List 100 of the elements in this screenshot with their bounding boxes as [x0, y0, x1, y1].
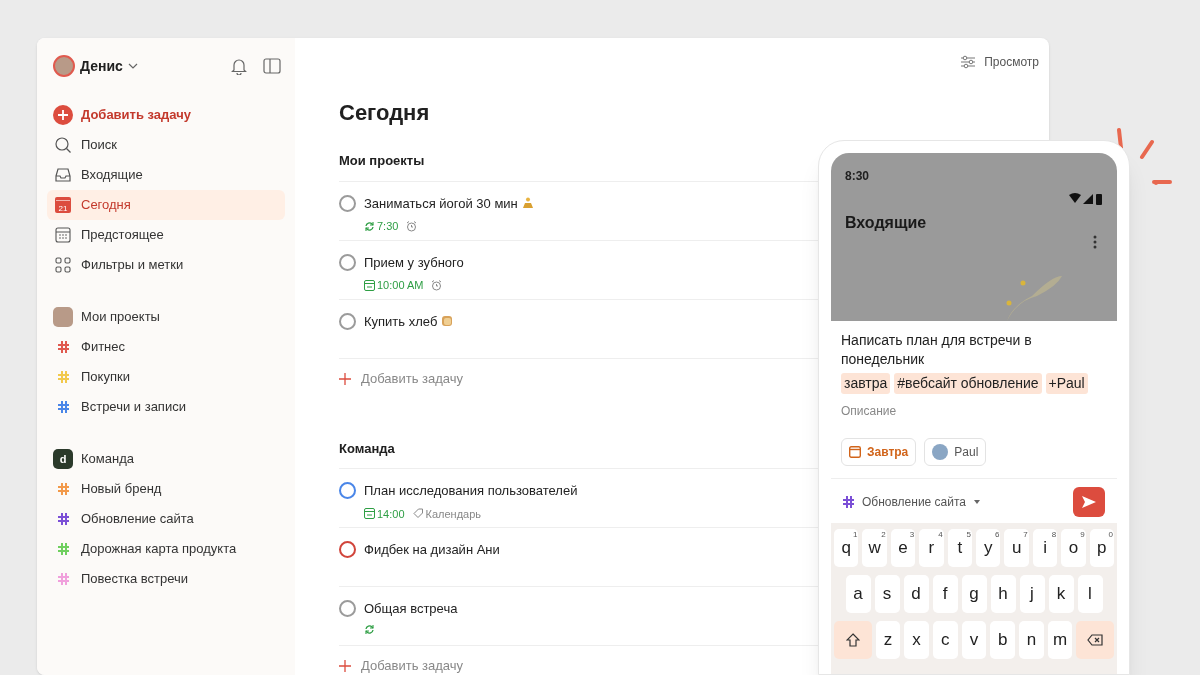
alarm-icon	[431, 279, 443, 291]
project-item[interactable]: Повестка встречи	[47, 564, 285, 594]
calendar-icon	[849, 446, 861, 458]
nav-item[interactable]: 21 Сегодня	[47, 190, 285, 220]
keyboard-key[interactable]: m	[1047, 621, 1073, 659]
add-task-button[interactable]: Добавить задачу	[47, 100, 285, 130]
keyboard-key[interactable]: x	[904, 621, 929, 659]
keyboard-key[interactable]: y 6	[976, 529, 1001, 567]
task-checkbox[interactable]	[339, 482, 356, 499]
add-icon	[53, 105, 73, 125]
section-title: Команда	[339, 439, 395, 458]
backspace-key[interactable]	[1076, 621, 1114, 659]
keyboard-key[interactable]: q 1	[833, 529, 859, 567]
task-due: 14:00	[364, 505, 405, 522]
key-hint: 4	[938, 529, 943, 541]
task-checkbox[interactable]	[339, 194, 356, 212]
sparkle-drawing	[1114, 128, 1174, 188]
nav-item[interactable]: Фильтры и метки	[47, 250, 285, 280]
keyboard-key[interactable]: j	[1019, 575, 1045, 613]
nav-item[interactable]: Входящие	[47, 160, 285, 190]
keyboard-key[interactable]: b	[990, 621, 1016, 659]
send-button[interactable]	[1073, 487, 1105, 517]
repeat-icon	[364, 220, 375, 232]
task-label: Календарь	[412, 505, 482, 522]
calendar-icon	[364, 279, 375, 291]
task-name-field[interactable]: Написать план для встречи в понедельник	[841, 331, 1107, 369]
date-chip[interactable]: Завтра	[841, 438, 917, 466]
add-task-button[interactable]: Добавить задачу	[339, 646, 464, 675]
status-icons	[1069, 193, 1103, 205]
avatar[interactable]	[53, 55, 75, 77]
keyboard-key[interactable]: u 7	[1004, 529, 1029, 567]
calendar-icon: 21	[55, 197, 71, 213]
keyboard-key[interactable]: f	[932, 575, 958, 613]
task-checkbox[interactable]	[339, 541, 356, 558]
keyboard-key[interactable]: l	[1077, 575, 1103, 613]
search-icon	[54, 136, 72, 154]
key-hint: 6	[994, 529, 1000, 541]
key-hint: 7	[1023, 529, 1028, 541]
keyboard-key[interactable]: k	[1048, 575, 1074, 613]
chevron-icon[interactable]	[127, 63, 138, 69]
status-time: 8:30	[845, 168, 870, 185]
assignee-chip[interactable]: Paul	[924, 438, 987, 466]
task-checkbox[interactable]	[339, 253, 356, 271]
keyboard-key[interactable]: i 8	[1032, 529, 1058, 567]
project-item[interactable]: Встречи и записи	[47, 392, 285, 422]
project-group[interactable]: d Команда	[47, 444, 285, 474]
task-checkbox[interactable]	[339, 312, 356, 330]
tag-icon	[412, 508, 424, 520]
meditation-icon	[521, 197, 534, 210]
keyboard-key[interactable]: v	[961, 621, 987, 659]
task-title: Заниматься йогой 30 мин	[364, 194, 518, 213]
keyboard-key[interactable]: n	[1019, 621, 1044, 659]
bell-icon[interactable]	[231, 57, 247, 75]
keyboard-key[interactable]: s	[874, 575, 900, 613]
project-item[interactable]: Покупки	[47, 362, 285, 392]
project-item[interactable]: Фитнес	[47, 332, 285, 362]
project-group[interactable]: Мои проекты	[47, 302, 285, 332]
keyboard-key[interactable]: c	[932, 621, 958, 659]
nav-item[interactable]: Предстоящее	[47, 220, 285, 250]
highlighted-token: +Paul	[1045, 373, 1088, 394]
page-title: Сегодня	[339, 99, 430, 127]
task-due: 7:30	[364, 218, 399, 235]
add-task-button[interactable]: Добавить задачу	[339, 358, 464, 399]
keyboard-key[interactable]: t 5	[947, 529, 972, 567]
sidebar-toggle-icon[interactable]	[263, 58, 281, 74]
backspace-icon	[1087, 634, 1104, 646]
screen-title: Входящие	[845, 213, 927, 233]
keyboard-key[interactable]: a	[845, 575, 871, 613]
keyboard-key[interactable]: z	[875, 621, 901, 659]
project-item[interactable]: Дорожная карта продукта	[47, 534, 285, 564]
keyboard-key[interactable]: p 0	[1089, 529, 1115, 567]
keyboard-key[interactable]: r 4	[919, 529, 944, 567]
description-field[interactable]: Описание	[841, 402, 1107, 420]
keyboard-key[interactable]: h	[990, 575, 1016, 613]
keyboard-key[interactable]: g	[961, 575, 987, 613]
key-hint: 8	[1051, 529, 1057, 541]
project-selector[interactable]: Обновление сайта	[843, 493, 981, 511]
avatar	[932, 444, 949, 460]
plus-icon	[339, 660, 351, 672]
nav-item[interactable]: Поиск	[47, 130, 285, 160]
more-icon[interactable]	[1093, 235, 1097, 249]
calendar-grid-icon	[55, 227, 71, 243]
alarm-icon	[406, 220, 418, 232]
shift-icon	[845, 633, 860, 647]
user-name[interactable]: Денис	[80, 55, 123, 77]
keyboard-key[interactable]: o 9	[1061, 529, 1086, 567]
view-button[interactable]: Просмотр	[960, 53, 1039, 71]
task-title: Общая встреча	[364, 600, 458, 618]
task-checkbox[interactable]	[339, 600, 356, 617]
shift-key[interactable]	[834, 621, 872, 659]
keyboard-key[interactable]: d	[903, 575, 929, 613]
send-icon	[1081, 495, 1097, 509]
avatar	[53, 307, 73, 327]
project-item[interactable]: Новый бренд	[47, 474, 285, 504]
keyboard-key[interactable]: e 3	[890, 529, 916, 567]
project-item[interactable]: Обновление сайта	[47, 504, 285, 534]
repeat-icon	[364, 623, 375, 635]
keyboard-key[interactable]: w 2	[862, 529, 887, 567]
grid-icon	[55, 257, 71, 273]
task-title: Купить хлеб	[364, 312, 438, 331]
